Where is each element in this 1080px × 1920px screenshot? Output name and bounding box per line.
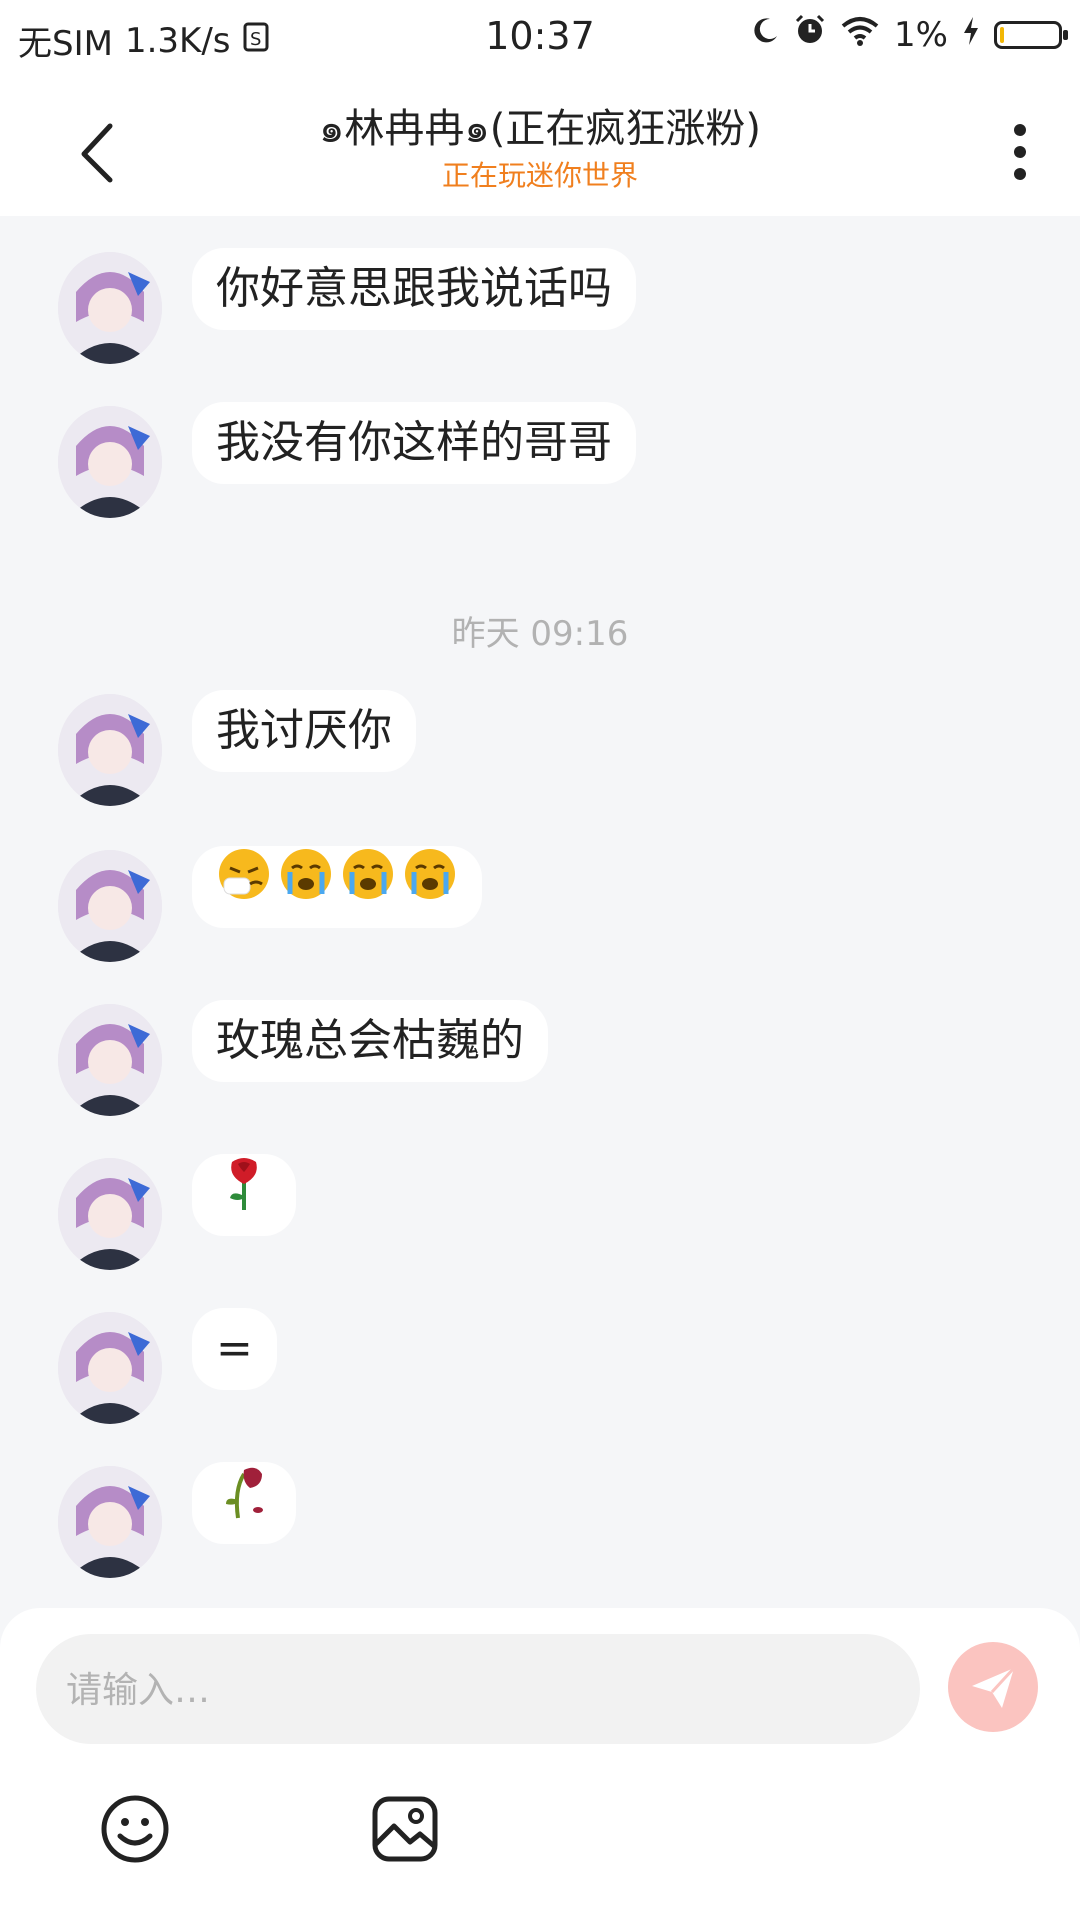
- message-row: =: [0, 1308, 1080, 1428]
- image-button[interactable]: [370, 1794, 440, 1864]
- emoji-bubble[interactable]: [192, 1462, 296, 1544]
- message-bubble[interactable]: 玫瑰总会枯巍的: [192, 1000, 548, 1082]
- more-vertical-icon: [1014, 124, 1026, 180]
- avatar[interactable]: [58, 694, 162, 806]
- crying-face-emoji: [402, 846, 458, 929]
- message-bubble[interactable]: 我讨厌你: [192, 690, 416, 772]
- message-row: 我讨厌你: [0, 690, 1080, 810]
- rose-emoji: [216, 1152, 272, 1239]
- send-button[interactable]: [948, 1642, 1038, 1732]
- message-bubble[interactable]: 我没有你这样的哥哥: [192, 402, 636, 484]
- avatar[interactable]: [58, 1312, 162, 1424]
- message-input[interactable]: [64, 1634, 888, 1746]
- smiley-icon: [101, 1795, 169, 1863]
- avatar[interactable]: [58, 406, 162, 518]
- status-bar: 无SIM 1.3K/s S 10:37 1%: [0, 0, 1080, 74]
- alarm-icon: [794, 14, 826, 55]
- message-row: [0, 1462, 1080, 1582]
- avatar[interactable]: [58, 850, 162, 962]
- battery-percent: 1%: [894, 14, 948, 55]
- charging-icon: [962, 15, 980, 55]
- moon-icon: [750, 15, 780, 55]
- more-options-button[interactable]: [1000, 114, 1040, 184]
- chat-subtitle: 正在玩迷你世界: [441, 159, 638, 192]
- wilted-rose-emoji: [216, 1460, 272, 1547]
- avatar[interactable]: [58, 1004, 162, 1116]
- chat-header: ๑林冉冉๑(正在疯狂涨粉) 正在玩迷你世界: [0, 74, 1080, 216]
- chat-title: ๑林冉冉๑(正在疯狂涨粉): [319, 106, 761, 152]
- avatar[interactable]: [58, 1466, 162, 1578]
- image-icon: [372, 1796, 438, 1862]
- battery-fill: [1000, 26, 1004, 43]
- timestamp: 昨天 09:16: [451, 614, 629, 654]
- message-row: [0, 1154, 1080, 1274]
- wifi-icon: [840, 15, 880, 55]
- input-panel: [0, 1608, 1080, 1920]
- avatar[interactable]: [58, 252, 162, 364]
- emoji-bubble[interactable]: [192, 846, 482, 928]
- message-row: 玫瑰总会枯巍的: [0, 1000, 1080, 1120]
- crying-face-emoji: [278, 846, 334, 929]
- message-bubble[interactable]: 你好意思跟我说话吗: [192, 248, 636, 330]
- message-row: [0, 846, 1080, 966]
- sneezing-face-emoji: [216, 846, 272, 929]
- message-row: 我没有你这样的哥哥: [0, 402, 1080, 522]
- emoji-bubble[interactable]: [192, 1154, 296, 1236]
- paper-plane-icon: [972, 1666, 1016, 1708]
- message-row: 你好意思跟我说话吗: [0, 248, 1080, 368]
- crying-face-emoji: [340, 846, 396, 929]
- message-list[interactable]: 你好意思跟我说话吗 我没有你这样的哥哥 昨天 09:16 我讨厌你 玫瑰总会枯巍…: [0, 216, 1080, 1606]
- emoji-button[interactable]: [100, 1794, 170, 1864]
- avatar[interactable]: [58, 1158, 162, 1270]
- battery-icon: [994, 20, 1068, 49]
- message-bubble[interactable]: =: [192, 1308, 277, 1390]
- message-input-container[interactable]: [36, 1634, 920, 1746]
